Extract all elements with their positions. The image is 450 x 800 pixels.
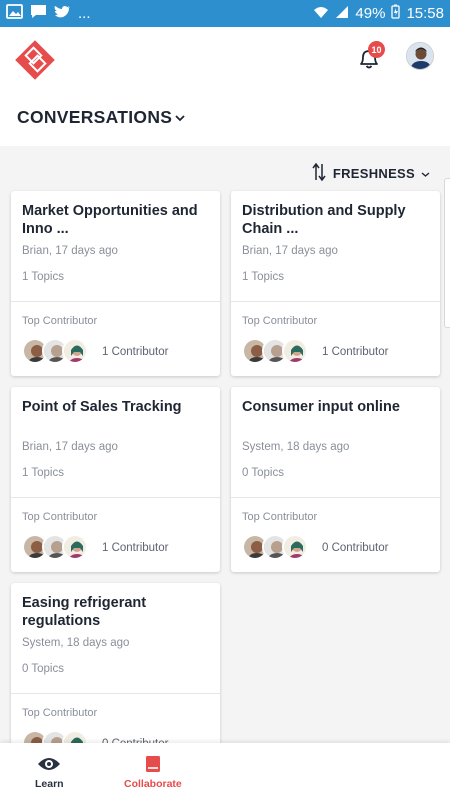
contributor-count: 1 Contributor xyxy=(322,346,389,358)
divider xyxy=(11,301,220,302)
eye-icon xyxy=(37,755,61,773)
chevron-down-icon xyxy=(174,107,186,128)
collaborate-book-icon xyxy=(141,755,165,773)
battery-percent: 49% xyxy=(355,5,386,22)
card-topics-count: 0 Topics xyxy=(242,467,284,479)
wifi-icon xyxy=(313,5,329,23)
user-avatar[interactable] xyxy=(406,42,434,70)
card-author-date: Brian, 17 days ago xyxy=(22,441,118,453)
chevron-down-icon xyxy=(421,166,430,181)
card-topics-count: 0 Topics xyxy=(22,663,64,675)
top-contributor-label: Top Contributor xyxy=(22,511,98,523)
contributor-count: 1 Contributor xyxy=(102,542,169,554)
conversation-card[interactable]: Market Opportunities and Inno ... Brian,… xyxy=(11,191,220,376)
page-title-text: CONVERSATIONS xyxy=(17,107,173,127)
top-contributor-label: Top Contributor xyxy=(22,315,98,327)
status-bar: ... 49% 15:58 xyxy=(0,0,450,27)
conversation-card[interactable]: Easing refrigerant regulations System, 1… xyxy=(11,583,220,768)
nav-learn-label: Learn xyxy=(35,778,64,790)
notification-count-badge: 10 xyxy=(368,41,385,58)
card-title: Point of Sales Tracking xyxy=(22,399,182,415)
card-author-date: Brian, 17 days ago xyxy=(22,245,118,257)
contributor-avatars xyxy=(22,534,88,560)
contributor-avatar xyxy=(282,338,308,364)
contributor-avatar xyxy=(62,534,88,560)
top-contributor-label: Top Contributor xyxy=(242,315,318,327)
twitter-icon xyxy=(54,5,71,23)
card-title: Market Opportunities and Inno ... xyxy=(22,203,198,237)
contributor-avatars xyxy=(242,534,308,560)
card-topics-count: 1 Topics xyxy=(22,467,64,479)
card-author-date: System, 18 days ago xyxy=(242,441,350,453)
conversation-card[interactable]: Consumer input online System, 18 days ag… xyxy=(231,387,440,572)
app-header: 10 CONVERSATIONS xyxy=(0,27,450,146)
app-logo[interactable] xyxy=(14,39,56,81)
bottom-nav: Learn Collaborate xyxy=(0,743,450,800)
nav-collaborate-label: Collaborate xyxy=(124,778,182,790)
signal-icon xyxy=(335,5,349,23)
scroll-handle[interactable] xyxy=(444,178,450,328)
divider xyxy=(11,693,220,694)
card-author-date: System, 18 days ago xyxy=(22,637,130,649)
battery-charging-icon xyxy=(391,4,401,23)
contributor-count: 1 Contributor xyxy=(102,346,169,358)
sort-bar: FRESHNESS xyxy=(0,146,450,190)
sort-label: FRESHNESS xyxy=(332,166,415,181)
status-more: ... xyxy=(78,5,91,22)
contributor-avatar xyxy=(62,338,88,364)
contributor-avatars xyxy=(22,338,88,364)
contributor-avatar xyxy=(282,534,308,560)
conversation-card[interactable]: Distribution and Supply Chain ... Brian,… xyxy=(231,191,440,376)
card-author-date: Brian, 17 days ago xyxy=(242,245,338,257)
divider xyxy=(231,301,440,302)
sort-dropdown[interactable]: FRESHNESS xyxy=(311,162,430,185)
page-title[interactable]: CONVERSATIONS xyxy=(17,107,186,128)
clock: 15:58 xyxy=(406,5,444,22)
conversation-card[interactable]: Point of Sales Tracking Brian, 17 days a… xyxy=(11,387,220,572)
contributor-count: 0 Contributor xyxy=(322,542,389,554)
card-topics-count: 1 Topics xyxy=(242,271,284,283)
card-title: Easing refrigerant regulations xyxy=(22,595,147,629)
nav-collaborate[interactable]: Collaborate xyxy=(124,755,182,790)
sort-arrows-icon xyxy=(311,162,327,185)
divider xyxy=(11,497,220,498)
nav-learn[interactable]: Learn xyxy=(35,755,64,790)
top-contributor-label: Top Contributor xyxy=(242,511,318,523)
image-icon xyxy=(6,4,23,23)
card-topics-count: 1 Topics xyxy=(22,271,64,283)
card-title: Distribution and Supply Chain ... xyxy=(242,203,406,237)
divider xyxy=(231,497,440,498)
chat-icon xyxy=(30,4,47,23)
card-title: Consumer input online xyxy=(242,399,400,415)
top-contributor-label: Top Contributor xyxy=(22,707,98,719)
contributor-avatars xyxy=(242,338,308,364)
